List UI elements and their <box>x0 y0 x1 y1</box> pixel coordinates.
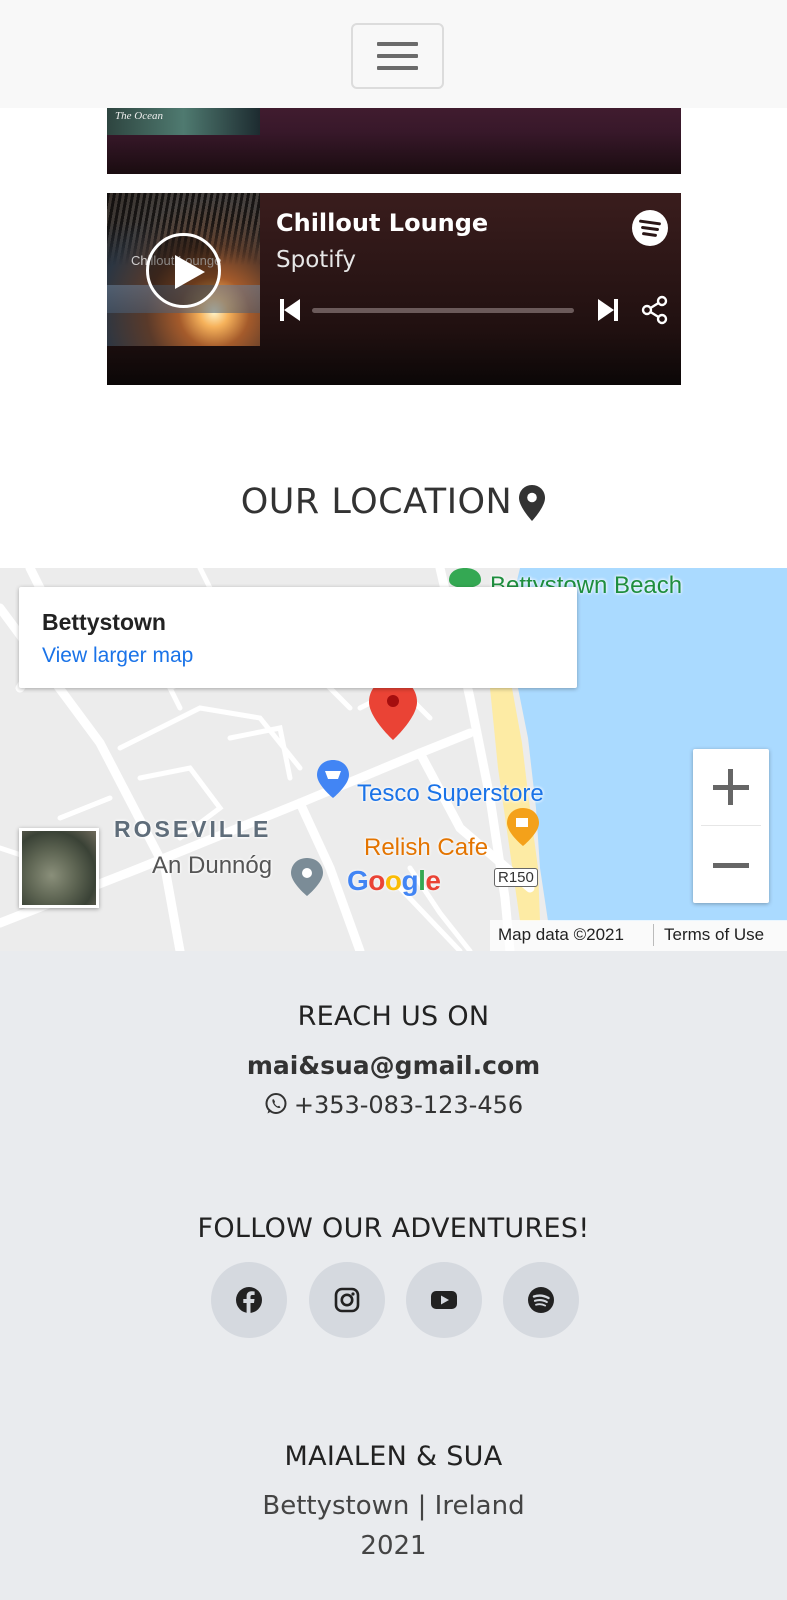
phone-number: +353-083-123-456 <box>293 1091 524 1119</box>
follow-heading: FOLLOW OUR ADVENTURES! <box>197 1213 590 1244</box>
phone-line[interactable]: +353-083-123-456 <box>0 1091 787 1119</box>
plus-icon[interactable] <box>693 749 769 825</box>
spotify-logo-icon[interactable] <box>632 210 668 246</box>
terms-of-use-link[interactable]: Terms of Use <box>664 925 764 945</box>
zoom-divider <box>701 825 761 826</box>
minus-icon[interactable] <box>693 827 769 903</box>
share-icon[interactable] <box>640 295 670 325</box>
play-button[interactable] <box>146 233 221 308</box>
spotify-link[interactable] <box>503 1262 579 1338</box>
cover-text: The Ocean <box>115 110 163 122</box>
map-label-tesco[interactable]: Tesco Superstore <box>357 780 544 808</box>
map-data-text: Map data ©2021 <box>498 925 624 944</box>
hamburger-line <box>377 66 418 70</box>
google-logo: Google <box>347 865 441 896</box>
view-larger-map-link[interactable]: View larger map <box>42 644 193 668</box>
whatsapp-icon <box>265 1093 287 1114</box>
previous-track-icon[interactable] <box>280 299 302 321</box>
map-place-name: Bettystown <box>42 609 166 635</box>
satellite-toggle-button[interactable] <box>19 828 99 908</box>
reach-heading: REACH US ON <box>297 1001 490 1032</box>
next-track-icon[interactable] <box>596 299 618 321</box>
google-map[interactable]: Bettystown Beach Tesco Superstore Relish… <box>0 568 787 951</box>
road-shield: R150 <box>494 868 538 887</box>
spotify-player-chillout: Chillout Lounge Chillout Lounge Spotify <box>107 193 681 385</box>
player-controls <box>280 295 670 325</box>
youtube-icon <box>431 1291 457 1309</box>
album-cover: Chillout Lounge <box>107 193 260 346</box>
progress-bar[interactable] <box>312 308 574 313</box>
facebook-icon <box>236 1287 262 1313</box>
beach-pin-icon <box>449 568 481 588</box>
footer-year: 2021 <box>360 1531 427 1561</box>
track-title[interactable]: Chillout Lounge <box>276 209 488 237</box>
email-link[interactable]: mai&sua@gmail.com <box>0 1051 787 1080</box>
footer-brand: MAIALEN & SUA <box>284 1441 503 1472</box>
instagram-icon <box>334 1287 360 1313</box>
location-heading: OUR LOCATION <box>0 482 787 522</box>
map-marker-icon <box>519 485 546 521</box>
map-label-relish[interactable]: Relish Cafe <box>364 834 488 862</box>
hamburger-line <box>377 54 418 58</box>
zoom-controls <box>693 749 769 903</box>
attribution-divider <box>653 924 654 946</box>
hamburger-menu-icon <box>377 42 418 46</box>
youtube-link[interactable] <box>406 1262 482 1338</box>
instagram-link[interactable] <box>309 1262 385 1338</box>
map-attribution: Map data ©2021 Terms of Use <box>490 920 787 951</box>
top-navbar <box>0 0 787 108</box>
spotify-icon <box>528 1287 554 1313</box>
facebook-link[interactable] <box>211 1262 287 1338</box>
map-label-dunnog[interactable]: An Dunnóg <box>152 852 272 880</box>
track-artist[interactable]: Spotify <box>276 247 356 273</box>
footer: REACH US ON mai&sua@gmail.com +353-083-1… <box>0 951 787 1600</box>
social-links <box>211 1262 581 1338</box>
footer-place: Bettystown | Ireland <box>262 1491 525 1521</box>
location-heading-text: OUR LOCATION <box>240 482 513 522</box>
map-label-roseville: ROSEVILLE <box>114 816 272 842</box>
menu-toggle-button[interactable] <box>351 23 444 89</box>
map-place-card: Bettystown View larger map <box>19 587 577 688</box>
